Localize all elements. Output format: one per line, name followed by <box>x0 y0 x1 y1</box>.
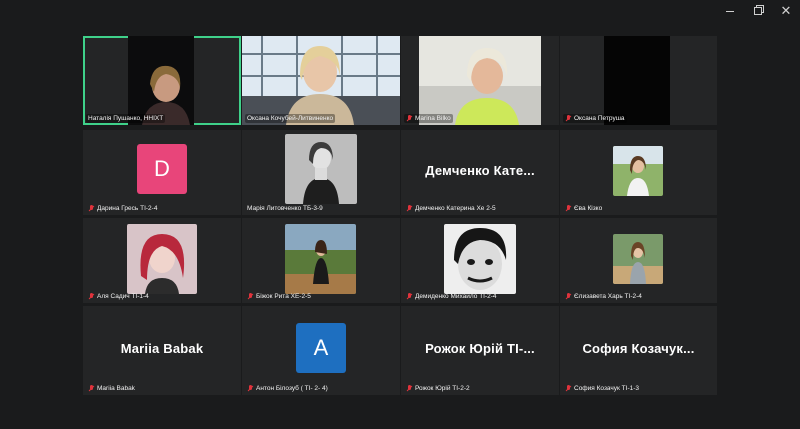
mic-muted-icon <box>88 385 94 392</box>
participant-tile[interactable]: Демченко Кате... Демченко Катерина Хе 2-… <box>401 130 559 215</box>
close-icon[interactable]: ✕ <box>772 0 800 22</box>
display-name: Рожок Юрій ТІ-... <box>425 341 535 356</box>
avatar-photo <box>285 134 357 204</box>
mic-muted-icon <box>406 385 412 392</box>
participant-tile[interactable]: Біжок Рита ХЕ-2-5 <box>242 218 400 303</box>
mic-muted-icon <box>88 205 94 212</box>
video-tile-oksana-k[interactable]: Оксана Кочубей-Литвиненко <box>242 36 400 125</box>
participant-name: Дарина Гресь ТІ-2-4 <box>86 204 159 213</box>
participant-name: Єлизавета Харь ТІ-2-4 <box>563 292 644 301</box>
video-tile-marina[interactable]: Marina Bilko <box>401 36 559 125</box>
avatar: D <box>137 144 187 194</box>
mic-muted-icon <box>565 205 571 212</box>
participant-name: София Козачук ТІ-1-3 <box>563 384 641 393</box>
participant-name: Біжок Рита ХЕ-2-5 <box>245 292 313 301</box>
participant-name: Демченко Катерина Хе 2-5 <box>404 204 498 213</box>
participant-name: Єва Кізко <box>563 204 604 213</box>
avatar-photo <box>444 224 516 294</box>
participant-tile[interactable]: София Козачук... София Козачук ТІ-1-3 <box>560 306 717 395</box>
participant-name: Оксана Петруша <box>563 114 627 123</box>
participant-video <box>242 36 400 125</box>
participant-video <box>419 36 541 125</box>
avatar-photo <box>613 234 663 284</box>
participant-tile[interactable]: Рожок Юрій ТІ-... Рожок Юрій ТІ-2-2 <box>401 306 559 395</box>
participant-name: Марія Литовченко ТБ-3-9 <box>247 205 323 212</box>
participant-tile[interactable]: D Дарина Гресь ТІ-2-4 <box>83 130 241 215</box>
participant-name: Рожок Юрій ТІ-2-2 <box>404 384 472 393</box>
avatar-photo <box>613 146 663 196</box>
avatar-photo <box>127 224 197 294</box>
mic-muted-icon <box>406 205 412 212</box>
participant-video <box>604 36 670 125</box>
display-name: София Козачук... <box>582 341 695 356</box>
video-tile-oksana-p[interactable]: Оксана Петруша <box>560 36 717 125</box>
display-name: Демченко Кате... <box>425 163 535 178</box>
participant-name: Наталія Пушанко, ННІХТ <box>86 114 166 123</box>
avatar-photo <box>285 224 356 294</box>
participant-name: Демиденко Михайло ТІ-2-4 <box>404 292 499 301</box>
participant-tile[interactable]: A Антон Білозуб ( ТІ- 2- 4) <box>242 306 400 395</box>
participant-name: Антон Білозуб ( ТІ- 2- 4) <box>245 384 330 393</box>
mic-muted-icon <box>406 293 412 300</box>
window-controls: ✕ <box>716 0 800 22</box>
mic-muted-icon <box>565 385 571 392</box>
mic-muted-icon <box>565 293 571 300</box>
participant-tile[interactable]: Аля Садич ТІ-1-4 <box>83 218 241 303</box>
mic-muted-icon <box>88 293 94 300</box>
video-tile-nataliia[interactable]: Наталія Пушанко, ННІХТ <box>83 36 241 125</box>
participant-name: Аля Садич ТІ-1-4 <box>86 292 151 301</box>
participant-tile[interactable]: Mariia Babak Mariia Babak <box>83 306 241 395</box>
participant-tile[interactable]: Єва Кізко <box>560 130 717 215</box>
participant-tile[interactable]: Єлизавета Харь ТІ-2-4 <box>560 218 717 303</box>
mic-muted-icon <box>247 293 253 300</box>
participant-tile[interactable]: Марія Литовченко ТБ-3-9 <box>242 130 400 215</box>
participant-name: Mariia Babak <box>86 384 137 393</box>
participant-name: Оксана Кочубей-Литвиненко <box>245 114 336 123</box>
maximize-icon[interactable] <box>744 0 772 22</box>
participant-video <box>128 36 194 125</box>
avatar: A <box>296 323 346 373</box>
mic-muted-icon <box>565 115 571 122</box>
display-name: Mariia Babak <box>120 341 204 356</box>
participant-name: Marina Bilko <box>404 114 453 123</box>
mic-muted-icon <box>406 115 412 122</box>
mic-muted-icon <box>247 385 253 392</box>
participant-tile[interactable]: Демиденко Михайло ТІ-2-4 <box>401 218 559 303</box>
minimize-icon[interactable] <box>716 0 744 22</box>
